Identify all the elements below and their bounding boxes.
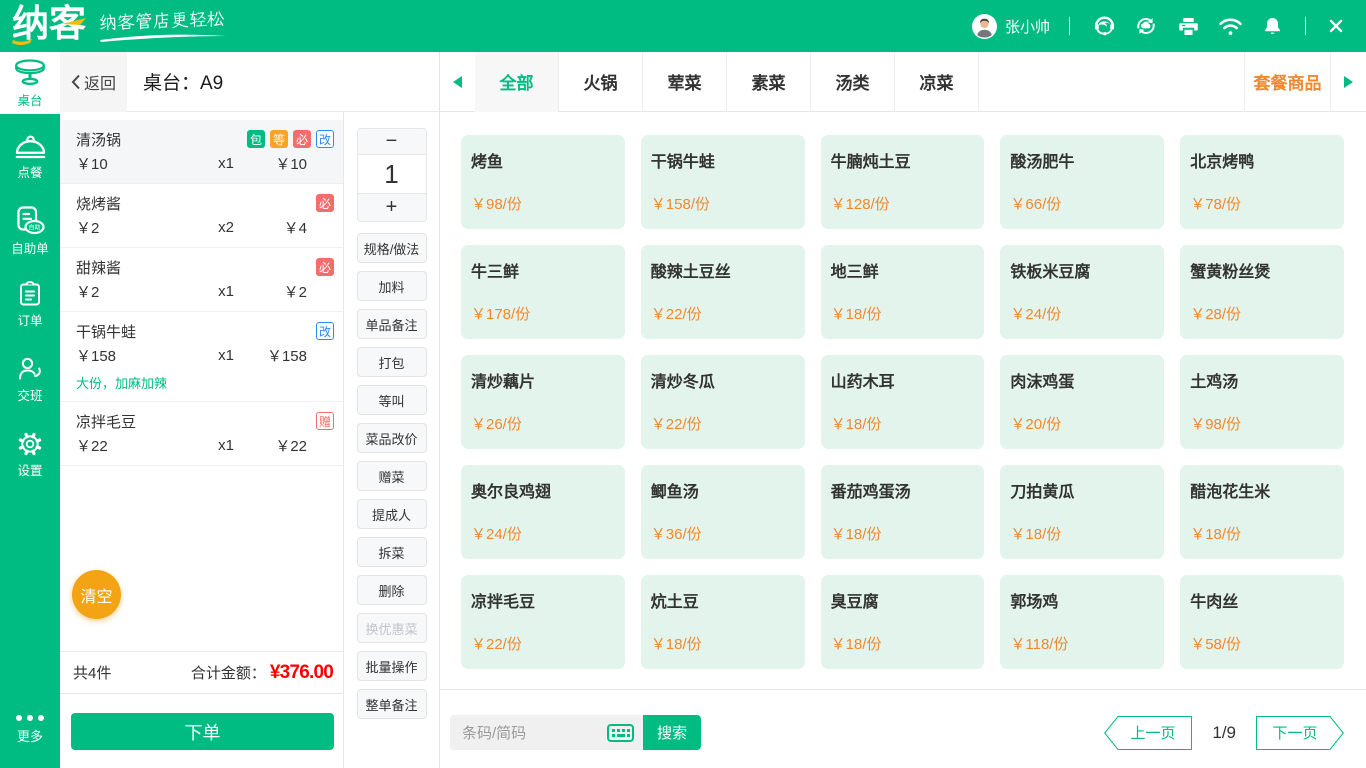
svg-text:下一页: 下一页 [1272, 725, 1317, 742]
svg-text:自助: 自助 [28, 223, 40, 231]
svg-text:纳客管店更轻松: 纳客管店更轻松 [98, 6, 225, 34]
svg-text:上一页: 上一页 [1131, 725, 1176, 742]
